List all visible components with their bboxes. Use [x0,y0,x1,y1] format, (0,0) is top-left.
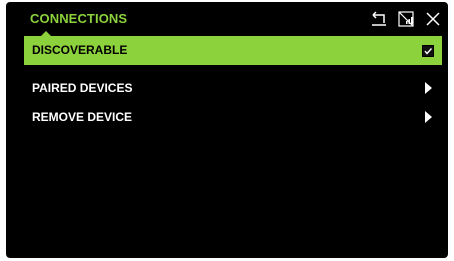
menu-item-label: PAIRED DEVICES [32,81,133,95]
chevron-right-icon [425,82,432,94]
back-icon[interactable] [370,10,388,28]
menu-item-paired-devices[interactable]: PAIRED DEVICES [24,74,442,103]
no-signal-icon[interactable] [397,10,415,28]
chevron-right-icon [425,111,432,123]
discoverable-checkbox[interactable] [422,45,434,57]
menu-item-remove-device[interactable]: REMOVE DEVICE [24,103,442,132]
connections-screen: CONNECTIONS DISCOVERABLE PAIRED DEVICES … [6,2,448,258]
menu-item-label: DISCOVERABLE [32,43,128,57]
header-bar: CONNECTIONS [6,2,448,37]
menu-item-label: REMOVE DEVICE [32,110,133,124]
close-icon[interactable] [424,10,442,28]
menu-item-discoverable[interactable]: DISCOVERABLE [24,36,442,65]
page-title: CONNECTIONS [30,11,128,26]
